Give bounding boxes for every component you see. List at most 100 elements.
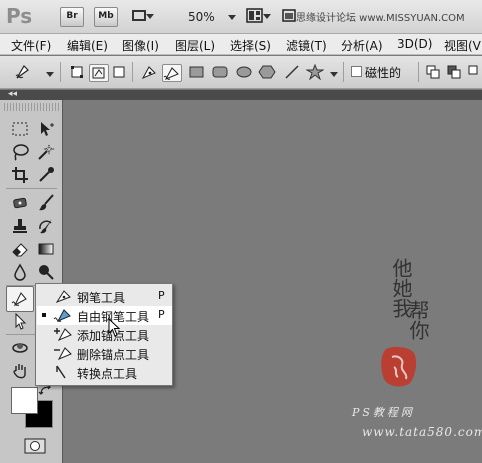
paths-button[interactable] <box>89 64 109 82</box>
flyout-item-freeform-pen[interactable]: 自由钢笔工具 P <box>37 306 172 325</box>
foreground-color-swatch[interactable] <box>11 387 38 414</box>
hand-icon <box>13 364 26 379</box>
rectangle-shape-option[interactable] <box>188 64 206 80</box>
pen-icon <box>53 288 73 307</box>
toolbox-grip[interactable] <box>4 103 59 111</box>
gradient-tool[interactable] <box>33 237 59 261</box>
magic-wand-icon <box>38 143 55 160</box>
freeform-pen-icon <box>163 67 179 81</box>
pen-tool-option[interactable] <box>140 64 158 80</box>
delete-anchor-icon <box>53 345 73 364</box>
menu-view[interactable]: 视图(V) <box>444 37 482 54</box>
pen-tools-flyout: 钢笔工具 P 自由钢笔工具 P 添加锚点工具 删除锚点工具 转换点工具 <box>35 283 173 386</box>
add-anchor-icon <box>53 326 73 345</box>
convert-point-icon <box>53 364 73 383</box>
view-extras-button[interactable] <box>131 8 154 24</box>
quick-selection-tool[interactable] <box>33 140 59 164</box>
move-tool[interactable] <box>33 117 59 141</box>
lasso-tool[interactable] <box>7 140 33 164</box>
magnetic-checkbox[interactable] <box>351 66 362 77</box>
mouse-cursor <box>108 317 122 338</box>
3d-rotate-tool[interactable] <box>7 336 33 360</box>
eraser-icon <box>12 243 28 257</box>
brush-icon <box>39 194 54 211</box>
eyedropper-tool[interactable] <box>33 163 59 187</box>
menu-filter[interactable]: 滤镜(T) <box>286 37 327 54</box>
rounded-rectangle-icon <box>212 66 228 78</box>
ellipse-option[interactable] <box>235 64 253 80</box>
bridge-button[interactable]: Br <box>60 7 84 27</box>
path-intersect-icon <box>468 65 478 75</box>
fill-pixels-icon <box>113 66 125 78</box>
menu-3d[interactable]: 3D(D) <box>397 37 432 51</box>
lasso-icon <box>13 144 29 161</box>
menu-edit[interactable]: 编辑(E) <box>67 37 108 54</box>
flyout-item-add-anchor[interactable]: 添加锚点工具 <box>37 325 172 344</box>
rectangle-icon <box>189 66 204 78</box>
crop-tool[interactable] <box>7 163 33 187</box>
polygon-icon <box>258 65 276 79</box>
spot-healing-tool[interactable] <box>7 191 33 215</box>
brush-tool[interactable] <box>33 191 59 215</box>
document-canvas[interactable] <box>64 100 482 463</box>
rounded-rectangle-option[interactable] <box>211 64 229 80</box>
swap-colors-button[interactable] <box>38 384 54 398</box>
collapse-panel-icon[interactable]: ◂◂ <box>8 89 17 99</box>
flyout-item-delete-anchor[interactable]: 删除锚点工具 <box>37 344 172 363</box>
calligraphy-column-2: 帮你 <box>406 300 430 340</box>
polygon-option[interactable] <box>258 64 276 80</box>
path-subtract-icon <box>447 65 461 79</box>
gradient-icon <box>38 243 54 255</box>
shape-layers-button[interactable] <box>68 64 86 80</box>
eraser-tool[interactable] <box>7 237 33 261</box>
dodge-tool[interactable] <box>33 260 59 284</box>
pen-icon <box>141 66 156 80</box>
eyedropper-icon <box>39 167 54 182</box>
history-brush-tool[interactable] <box>33 214 59 238</box>
rectangular-marquee-icon <box>12 122 28 136</box>
menu-image[interactable]: 图像(I) <box>122 37 159 54</box>
quick-mask-button[interactable] <box>24 438 46 454</box>
marquee-tool[interactable] <box>7 117 33 141</box>
add-to-path-area-button[interactable] <box>425 64 443 80</box>
flyout-item-label: 钢笔工具 <box>77 291 126 305</box>
flyout-item-pen[interactable]: 钢笔工具 P <box>37 287 172 306</box>
flyout-item-convert-point[interactable]: 转换点工具 <box>37 363 172 382</box>
flyout-item-shortcut: P <box>158 289 165 302</box>
intersect-path-area-button[interactable] <box>467 64 482 80</box>
hand-tool[interactable] <box>7 359 33 383</box>
flyout-item-label: 删除锚点工具 <box>77 348 150 362</box>
zoom-level[interactable]: 50% <box>188 10 215 24</box>
subtract-path-area-button[interactable] <box>446 64 464 80</box>
mini-bridge-button[interactable]: Mb <box>94 7 118 27</box>
chevron-down-icon <box>228 15 236 20</box>
line-option[interactable] <box>283 64 301 80</box>
crop-icon <box>12 167 28 183</box>
site-url-watermark: www.tata580.com <box>362 425 482 439</box>
swap-arrows-icon <box>38 384 51 395</box>
dodge-icon <box>39 265 54 280</box>
chevron-down-icon <box>263 14 271 19</box>
freeform-pen-icon <box>53 307 73 326</box>
menu-bar: 文件(F) 编辑(E) 图像(I) 图层(L) 选择(S) 滤镜(T) 分析(A… <box>0 34 482 55</box>
fill-pixels-button[interactable] <box>110 64 128 80</box>
custom-shape-option[interactable] <box>305 63 325 81</box>
blur-tool[interactable] <box>7 260 33 284</box>
menu-select[interactable]: 选择(S) <box>230 37 271 54</box>
menu-file[interactable]: 文件(F) <box>11 37 51 54</box>
screen-mode-icon <box>282 9 296 22</box>
red-seal-stamp <box>380 345 420 389</box>
tools-panel <box>0 100 63 463</box>
menu-layer[interactable]: 图层(L) <box>175 37 215 54</box>
paths-icon <box>92 67 105 79</box>
clone-stamp-tool[interactable] <box>7 214 33 238</box>
chevron-down-icon <box>146 14 154 19</box>
blur-drop-icon <box>14 263 26 281</box>
arrange-documents-button[interactable] <box>246 8 271 24</box>
menu-analysis[interactable]: 分析(A) <box>341 37 383 54</box>
screen-mode-button[interactable] <box>282 8 296 24</box>
tool-preset-picker[interactable] <box>14 62 32 82</box>
path-selection-tool[interactable] <box>7 309 33 333</box>
cursor-arrow-icon <box>108 317 121 337</box>
freeform-pen-option[interactable] <box>162 64 182 82</box>
